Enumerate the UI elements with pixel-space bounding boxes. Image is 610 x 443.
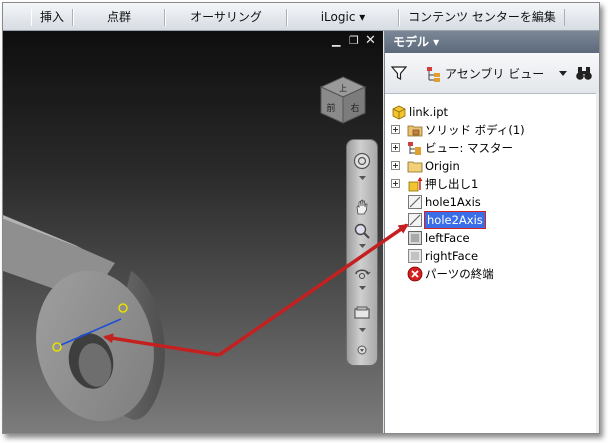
part-icon (392, 105, 406, 120)
end-of-part-icon (407, 266, 423, 282)
tab-insert[interactable]: 挿入 (31, 9, 73, 26)
extrusion-icon (408, 177, 423, 192)
work-plane-icon (408, 231, 422, 245)
view-rep-icon (408, 142, 421, 155)
tree-item-solid-bodies[interactable]: ソリッド ボディ(1) (385, 121, 599, 139)
tree-item-label: ビュー: マスター (425, 141, 514, 155)
tree-item-part[interactable]: link.ipt (385, 103, 599, 121)
chevron-down-icon[interactable] (359, 328, 366, 332)
tree-item-extrusion[interactable]: 押し出し1 (385, 175, 599, 193)
zoom-icon[interactable] (353, 222, 371, 240)
steering-wheel-icon[interactable] (353, 152, 371, 170)
look-at-icon[interactable] (353, 304, 371, 322)
graphics-viewport[interactable]: ▁ ❐ ✕ 上 前 右 (3, 31, 383, 433)
expand-plus-icon[interactable] (391, 143, 400, 152)
orbit-icon[interactable] (353, 264, 371, 282)
application-window: 挿入 点群 オーサリング iLogic ▾ コンテンツ センターを編集 ▁ ❐ … (2, 2, 600, 434)
browser-view-label: アセンブリ ビュー (445, 67, 545, 81)
solid-bodies-folder-icon (407, 125, 423, 137)
viewcube-front-label: 前 (326, 102, 335, 114)
tab-ilogic[interactable]: iLogic ▾ (287, 9, 399, 26)
chevron-down-icon[interactable] (359, 244, 366, 248)
expand-plus-icon[interactable] (391, 179, 400, 188)
binoculars-find-icon[interactable] (575, 64, 593, 82)
tree-item-label: leftFace (425, 231, 470, 245)
assembly-tree-icon (427, 67, 440, 82)
viewcube[interactable]: 上 前 右 (313, 71, 373, 131)
work-plane-icon (408, 249, 422, 263)
tree-item-label: hole1Axis (425, 195, 481, 209)
navigation-bar (346, 139, 378, 366)
restore-icon[interactable]: ❐ (349, 35, 359, 47)
tree-item-hole2axis[interactable]: hole2Axis (385, 211, 599, 229)
close-icon[interactable]: ✕ (365, 34, 376, 47)
expand-plus-icon[interactable] (391, 161, 400, 170)
tab-content-center-edit[interactable]: コンテンツ センターを編集 (399, 9, 565, 26)
tab-point-cloud[interactable]: 点群 (73, 9, 165, 26)
chevron-down-icon[interactable] (359, 176, 366, 180)
tree-item-hole1axis[interactable]: hole1Axis (385, 193, 599, 211)
viewcube-right-label: 右 (350, 102, 359, 114)
viewcube-top-label: 上 (339, 84, 347, 93)
model-browser-panel: モデル ▾ アセンブリ ビュー link.ipt ソリッド ボディ(1) ビュー… (384, 31, 599, 433)
pan-hand-icon[interactable] (353, 198, 371, 216)
tree-item-end-of-part[interactable]: パーツの終端 (385, 265, 599, 283)
tree-item-origin[interactable]: Origin (385, 157, 599, 175)
expand-plus-icon[interactable] (391, 125, 400, 134)
tree-item-rightface[interactable]: rightFace (385, 247, 599, 265)
work-axis-icon (408, 195, 422, 209)
tab-authoring[interactable]: オーサリング (165, 9, 287, 26)
tree-item-label: rightFace (425, 249, 479, 263)
browser-title[interactable]: モデル ▾ (393, 34, 439, 50)
ribbon-tab-bar: 挿入 点群 オーサリング iLogic ▾ コンテンツ センターを編集 (3, 3, 599, 31)
filter-icon[interactable] (391, 65, 407, 81)
tree-item-leftface[interactable]: leftFace (385, 229, 599, 247)
tree-item-label: ソリッド ボディ(1) (425, 123, 525, 137)
tree-item-label: link.ipt (409, 105, 448, 119)
minimize-icon[interactable]: ▁ (332, 35, 340, 47)
tree-item-label: 押し出し1 (425, 177, 479, 191)
model-tree: link.ipt ソリッド ボディ(1) ビュー: マスター Origin 押し… (385, 101, 599, 433)
tree-item-label: Origin (425, 159, 460, 173)
chevron-down-icon[interactable] (558, 68, 568, 78)
chevron-down-icon[interactable] (359, 286, 366, 290)
tree-item-view-master[interactable]: ビュー: マスター (385, 139, 599, 157)
tree-item-label-selected: hole2Axis (424, 211, 486, 229)
tree-item-label: パーツの終端 (425, 267, 494, 281)
work-axis-icon (408, 213, 422, 227)
customize-navbar-icon[interactable] (357, 345, 367, 355)
browser-toolbar: アセンブリ ビュー (385, 53, 599, 94)
origin-folder-icon (407, 161, 423, 173)
browser-title-bar[interactable]: モデル ▾ (385, 31, 599, 53)
browser-scrollbar[interactable] (596, 93, 599, 433)
